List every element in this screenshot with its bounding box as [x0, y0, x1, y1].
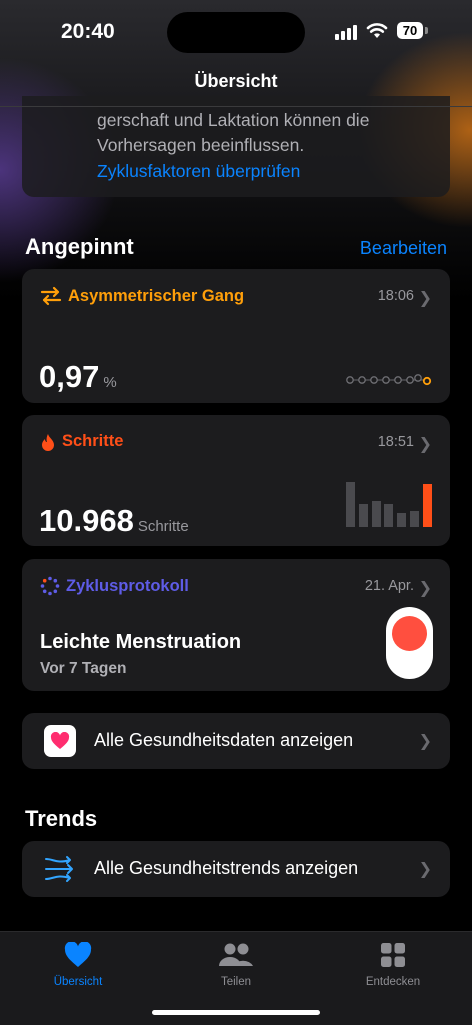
tab-share[interactable]: Teilen	[176, 940, 296, 988]
tab-discover-label: Entdecken	[365, 976, 421, 988]
heart-icon	[50, 732, 70, 749]
chevron-right-icon: ❯	[418, 436, 432, 453]
heart-icon	[64, 942, 92, 967]
cycle-tracking-date: 21. Apr.	[364, 578, 414, 594]
trends-icon	[45, 856, 73, 882]
page-title: Übersicht	[194, 71, 278, 91]
health-app-icon	[44, 725, 76, 757]
all-trends-row[interactable]: Alle Gesundheitstrends anzeigen ❯	[22, 841, 450, 897]
cycle-info-text: gerschaft und Laktation können die Vorhe…	[97, 110, 370, 155]
steps-bar	[422, 484, 432, 527]
steps-bar	[384, 504, 394, 527]
all-health-data-row[interactable]: Alle Gesundheitsdaten anzeigen ❯	[22, 713, 450, 769]
tab-discover[interactable]: Entdecken	[333, 940, 453, 988]
steps-unit: Schritte	[137, 518, 189, 535]
asymmetric-gait-card[interactable]: Asymmetrischer Gang 18:06 ❯ 0,97%	[22, 269, 450, 403]
dynamic-island	[167, 12, 305, 53]
home-indicator	[152, 1010, 320, 1015]
steps-time: 18:51	[377, 434, 414, 450]
trends-heading: Trends	[25, 806, 98, 831]
steps-bar	[397, 513, 407, 527]
steps-value-row: 10.968 Schritte	[39, 503, 189, 539]
asymmetric-gait-unit: %	[103, 374, 117, 391]
steps-bar	[371, 501, 381, 527]
cycle-factors-link[interactable]: Zyklusfaktoren überprüfen	[97, 161, 300, 182]
cycle-dots-icon	[40, 576, 60, 596]
status-time: 20:40	[61, 20, 115, 43]
gait-sparkline	[346, 374, 432, 386]
steps-bar	[410, 511, 419, 527]
tab-share-label: Teilen	[220, 976, 252, 988]
steps-bar-chart	[346, 477, 436, 527]
steps-value: 10.968	[39, 503, 134, 538]
people-icon	[219, 943, 253, 966]
wifi-icon	[366, 23, 388, 38]
pinned-heading: Angepinnt	[25, 234, 134, 259]
chevron-right-icon: ❯	[418, 733, 432, 750]
grid-icon	[381, 943, 405, 967]
cycle-tracking-value: Leichte Menstruation	[40, 631, 242, 653]
steps-card[interactable]: Schritte 18:51 ❯ 10.968 Schritte	[22, 415, 450, 546]
status-bar: 20:40 70	[0, 0, 472, 64]
chevron-right-icon: ❯	[418, 861, 432, 878]
steps-bar	[358, 504, 368, 527]
menstruation-dot	[392, 616, 427, 651]
cellular-signal-icon	[335, 24, 357, 40]
battery-icon: 70	[397, 22, 423, 39]
gait-arrows-icon	[40, 286, 62, 306]
asymmetric-gait-time: 18:06	[377, 288, 414, 304]
cycle-tracking-card[interactable]: Zyklusprotokoll 21. Apr. ❯ Leichte Menst…	[22, 559, 450, 691]
flame-icon	[42, 433, 54, 451]
chevron-right-icon: ❯	[418, 290, 432, 307]
chevron-right-icon: ❯	[418, 580, 432, 597]
steps-bar	[346, 482, 355, 527]
all-health-data-label: Alle Gesundheitsdaten anzeigen	[94, 730, 354, 750]
cycle-tracking-sub: Vor 7 Tagen	[40, 660, 127, 677]
asymmetric-gait-title: Asymmetrischer Gang	[40, 286, 244, 306]
steps-label: Schritte	[62, 432, 124, 450]
tab-overview-label: Übersicht	[53, 976, 103, 988]
cycle-tracking-label: Zyklusprotokoll	[66, 576, 189, 595]
nav-divider	[0, 106, 472, 107]
steps-title: Schritte	[40, 432, 123, 451]
menstruation-indicator	[386, 607, 433, 679]
cycle-info-card: gerschaft und Laktation können die Vorhe…	[22, 96, 450, 197]
asymmetric-gait-value: 0,97	[39, 359, 100, 394]
asymmetric-gait-label: Asymmetrischer Gang	[68, 286, 245, 305]
cycle-tracking-title: Zyklusprotokoll	[40, 576, 189, 596]
battery-tip	[425, 27, 428, 34]
all-trends-label: Alle Gesundheitstrends anzeigen	[94, 858, 359, 878]
asymmetric-gait-value-row: 0,97%	[39, 359, 117, 395]
edit-button[interactable]: Bearbeiten	[360, 238, 447, 259]
tab-overview[interactable]: Übersicht	[18, 940, 138, 988]
